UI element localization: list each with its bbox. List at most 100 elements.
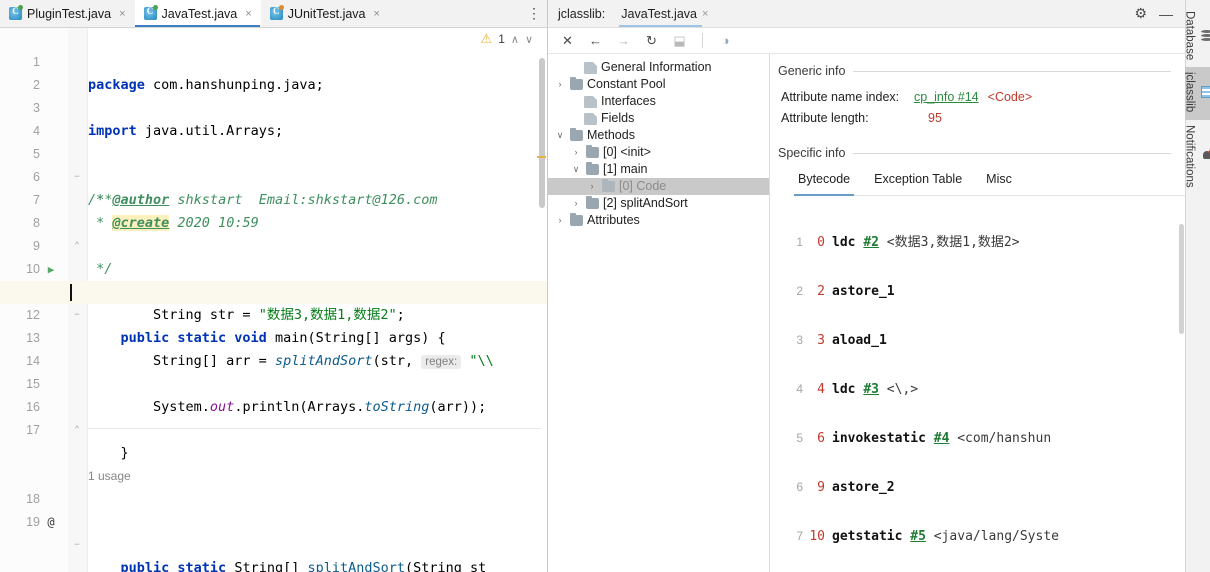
save-icon[interactable]: ⬓ [672,33,687,49]
close-icon[interactable]: ✕ [560,33,575,49]
tree-node-general-information[interactable]: › General Information [548,59,769,76]
editor-tab-javatest[interactable]: JavaTest.java × [134,0,261,27]
expand-arrow-icon: › [568,59,580,76]
bytecode-descriptor: <\,> [886,382,919,397]
constant-pool-ref[interactable]: #2 [863,233,879,252]
gear-icon[interactable]: ⚙ [1134,5,1147,22]
folder-icon [586,145,599,158]
editor-scrollbar[interactable] [539,58,545,208]
folder-icon [570,77,583,90]
file-icon [584,95,597,108]
tree-node-init[interactable]: › [0] <init> [548,144,769,161]
tool-window-title: jclasslib: [558,6,606,21]
code-line [0,419,547,442]
tree-node-main[interactable]: ∨ [1] main [548,161,769,178]
code-line: 8 ⌃ */ [0,189,547,277]
collapse-arrow-icon[interactable]: ∨ [554,127,566,144]
tree-node-label: [0] Code [619,179,667,193]
file-icon [584,112,597,125]
close-icon[interactable]: × [119,8,125,20]
browse-icon[interactable]: ◑ [718,33,733,48]
cp-info-link[interactable]: cp_info #14 [914,90,979,104]
editor-body[interactable]: 1 package com.hanshunping.java; 2 3 impo… [0,28,547,572]
tree-node-code[interactable]: › [0] Code [548,178,769,195]
tool-window-tab[interactable]: JavaTest.java × [619,2,712,27]
chevron-up-icon[interactable]: ∧ [511,33,519,46]
code-line: 10 ▶ − public static void main(String[] … [0,235,547,346]
close-icon[interactable]: × [702,8,708,20]
code-line: 16 ⌃ } [0,373,547,461]
bytecode-offset: 4 [817,382,825,397]
expand-arrow-icon[interactable]: › [570,144,582,161]
bytecode-opcode: ldc [832,382,856,397]
bytecode-line-number: 5 [796,431,803,445]
tool-window-header: jclasslib: JavaTest.java × ⚙ — [548,0,1185,28]
row-key: Attribute length: [781,111,869,125]
tree-node-splitandsort[interactable]: › [2] splitAndSort [548,195,769,212]
editor-tab-plugintest[interactable]: PluginTest.java × [0,0,135,27]
bytecode-offset: 9 [817,480,825,495]
bytecode-opcode: astore_1 [832,284,895,299]
constant-pool-ref[interactable]: #3 [863,380,879,399]
expand-arrow-icon[interactable]: › [586,178,598,195]
tree-node-fields[interactable]: › Fields [548,110,769,127]
tree-node-constant-pool[interactable]: › Constant Pool [548,76,769,93]
specific-info-tabs: Bytecode Exception Table Misc [793,172,1185,196]
editor-code-area[interactable]: 1 package com.hanshunping.java; 2 3 impo… [0,28,547,572]
inspection-widget[interactable]: ⚠ 1 ∧ ∨ [481,31,533,47]
editor-tab-junittest[interactable]: JUnitTest.java × [260,0,389,27]
editor-tabbar: PluginTest.java × JavaTest.java × JUnitT… [0,0,547,28]
tab-exception-table[interactable]: Exception Table [872,172,964,190]
jclasslib-icon [1200,86,1210,99]
warning-count: 1 [498,32,505,46]
database-icon [1200,29,1210,42]
tool-window-tab-label: JavaTest.java [621,6,697,21]
generic-info-rows: Attribute name index: cp_info #14 <Code>… [781,90,1185,132]
code-line-usage-hint: 1 usage [0,442,547,483]
tab-misc[interactable]: Misc [984,172,1014,190]
expand-arrow-icon[interactable]: › [570,195,582,212]
chevron-down-icon[interactable]: ∨ [525,33,533,46]
bytecode-listing[interactable]: 1 0 ldc #2 <数据3,数据1,数据2> 2 2 astore_1 3 … [778,203,1185,572]
constant-pool-ref[interactable]: #5 [910,527,926,546]
minimize-icon[interactable]: — [1159,7,1173,21]
constant-pool-ref[interactable]: #4 [934,429,950,448]
tab-bytecode[interactable]: Bytecode [793,172,855,196]
inlay-separator [88,428,541,429]
code-line: 11 String str = "数据3,数据1,数据2"; [0,258,547,323]
bytecode-offset: 2 [817,284,825,299]
text-caret [70,284,72,301]
tree-node-interfaces[interactable]: › Interfaces [548,93,769,110]
bytecode-opcode: ldc [832,235,856,250]
specific-info-title: Specific info [778,146,846,160]
more-options-icon[interactable]: ⋮ [521,0,547,27]
reload-icon[interactable]: ↻ [644,33,659,49]
tree-node-attributes[interactable]: › Attributes [548,212,769,229]
attribute-detail-panel: Generic info Attribute name index: cp_in… [770,54,1185,572]
code-line: 4 [0,97,547,138]
bytecode-row: 2 2 astore_1 [778,282,1185,301]
close-icon[interactable]: × [245,8,251,20]
folder-icon [602,179,615,192]
expand-arrow-icon[interactable]: › [554,212,566,229]
row-key: Attribute name index: [781,90,900,104]
close-icon[interactable]: × [374,8,380,20]
class-structure-tree[interactable]: › General Information › Constant Pool › … [548,54,770,572]
strip-item-label: Notifications [1183,124,1196,188]
tree-node-label: Attributes [587,213,640,227]
attribute-name-index-row: Attribute name index: cp_info #14 <Code> [781,90,1185,111]
bytecode-opcode: invokestatic [832,431,926,446]
error-stripe-marker[interactable] [537,156,546,158]
folder-icon [570,213,583,226]
bytecode-line-number: 1 [796,235,803,249]
folder-icon [586,162,599,175]
tree-node-methods[interactable]: ∨ Methods [548,127,769,144]
expand-arrow-icon[interactable]: › [554,76,566,93]
back-icon[interactable]: ← [588,33,603,48]
right-tool-strip: Database jclasslib Notifications [1179,0,1210,572]
collapse-arrow-icon[interactable]: ∨ [570,161,582,178]
detail-scrollbar[interactable] [1179,224,1184,334]
jclasslib-body: › General Information › Constant Pool › … [548,54,1185,572]
forward-icon[interactable]: → [616,33,631,48]
jclasslib-tool-window: jclasslib: JavaTest.java × ⚙ — ✕ ← → ↻ ⬓… [548,0,1185,572]
